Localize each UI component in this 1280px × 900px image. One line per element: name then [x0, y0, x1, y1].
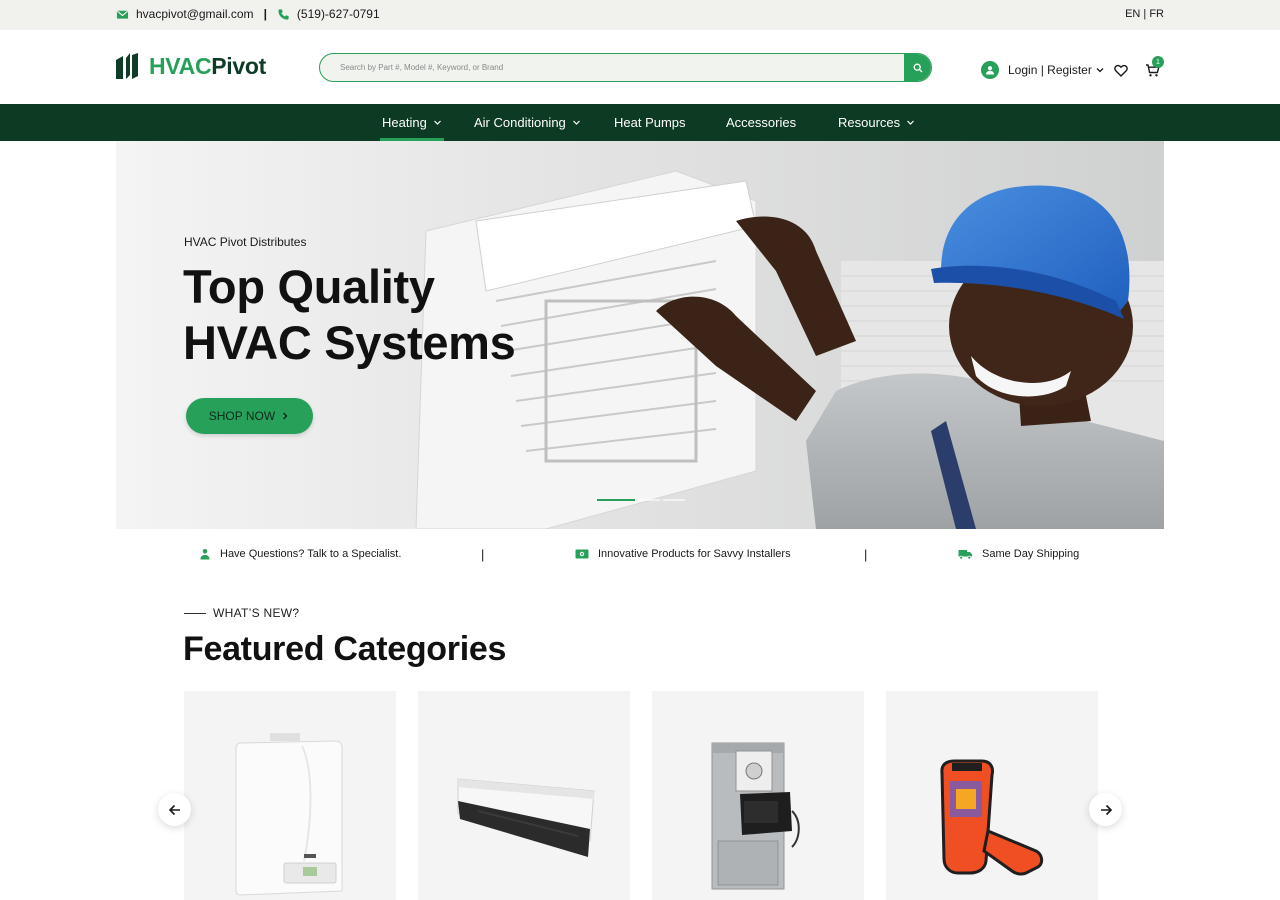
shop-now-button[interactable]: SHOP NOW [186, 398, 313, 434]
user-avatar-icon [981, 61, 999, 79]
logo-wordmark: HVACPivot [149, 53, 266, 80]
nav-label: Accessories [726, 115, 797, 130]
cash-icon [575, 549, 589, 559]
nav-item-heat-pumps[interactable]: Heat Pumps [614, 104, 686, 141]
nav-item-accessories[interactable]: Accessories [726, 104, 796, 141]
carousel-dot[interactable] [663, 499, 685, 501]
chevron-down-icon [1096, 68, 1104, 73]
thermal-imaging-tool-image [940, 759, 1044, 876]
chevron-down-icon [907, 120, 915, 125]
account-menu[interactable]: Login | Register [981, 61, 1104, 79]
nav-label: Heating [382, 115, 427, 130]
chevron-down-icon [572, 120, 580, 125]
carousel-dot[interactable] [638, 499, 660, 501]
category-card[interactable] [652, 691, 864, 900]
carousel-indicators [597, 499, 688, 501]
site-header: HVACPivot Login | Register 1 [0, 30, 1280, 104]
category-carousel [184, 691, 1098, 900]
nav-label: Air Conditioning [474, 115, 566, 130]
nav-label: Resources [838, 115, 901, 130]
search-input[interactable] [320, 54, 905, 81]
category-card[interactable] [184, 691, 396, 900]
wall-boiler-image [235, 733, 343, 896]
main-nav: Heating Air Conditioning Heat Pumps Acce… [0, 104, 1280, 141]
category-card[interactable] [886, 691, 1098, 900]
hero-banner: HVAC Pivot Distributes Top Quality HVAC … [116, 141, 1164, 529]
hero-headline: Top Quality HVAC Systems [183, 259, 603, 371]
feature-specialist: Have Questions? Talk to a Specialist. [199, 548, 401, 560]
feature-innovative: Innovative Products for Savvy Installers [575, 548, 791, 560]
section-eyebrow-text: WHAT’S NEW? [213, 606, 300, 620]
carousel-dot-active[interactable] [597, 499, 635, 501]
nav-item-resources[interactable]: Resources [838, 104, 915, 141]
feature-separator: | [864, 547, 868, 562]
truck-icon [958, 550, 972, 560]
furnace-unit-image [711, 742, 800, 890]
search-button[interactable] [904, 54, 931, 81]
nav-label: Heat Pumps [614, 115, 686, 130]
shop-now-label: SHOP NOW [208, 409, 276, 423]
site-logo[interactable]: HVACPivot [115, 52, 266, 80]
hero-headline-line1: Top Quality [183, 260, 435, 313]
category-card[interactable] [418, 691, 630, 900]
phone-icon [278, 8, 289, 20]
arrow-left-icon [168, 804, 180, 815]
feature-separator: | [481, 547, 485, 562]
search-bar [319, 53, 932, 82]
person-icon [200, 549, 210, 560]
chevron-right-icon [283, 412, 288, 420]
carousel-next-button[interactable] [1089, 793, 1122, 826]
phone-link[interactable]: (519)-627-0791 [297, 7, 380, 21]
feature-text: Have Questions? Talk to a Specialist. [220, 548, 402, 560]
cart-count-badge: 1 [1152, 56, 1164, 68]
section-title: Featured Categories [183, 630, 507, 668]
carousel-prev-button[interactable] [158, 793, 191, 826]
search-icon [913, 63, 922, 72]
login-register-link[interactable]: Login | Register [1008, 63, 1092, 77]
nav-item-air-conditioning[interactable]: Air Conditioning [474, 104, 581, 141]
contact-separator: | [263, 7, 267, 21]
features-strip: Have Questions? Talk to a Specialist. | … [0, 540, 1280, 574]
email-link[interactable]: hvacpivot@gmail.com [136, 7, 254, 21]
hero-headline-line2: HVAC Systems [183, 316, 516, 369]
logo-text-hvac: HVAC [149, 52, 212, 79]
envelope-icon [116, 10, 129, 19]
feature-text: Same Day Shipping [982, 548, 1080, 560]
arrow-right-icon [1100, 804, 1112, 815]
hero-eyebrow: HVAC Pivot Distributes [184, 235, 307, 249]
logo-text-pivot: Pivot [211, 52, 266, 79]
eyebrow-divider [184, 612, 206, 614]
language-switcher[interactable]: EN | FR [1125, 8, 1164, 20]
section-eyebrow: WHAT’S NEW? [184, 606, 299, 620]
contact-info: hvacpivot@gmail.com | (519)-627-0791 [116, 7, 380, 21]
feature-text: Innovative Products for Savvy Installers [598, 548, 791, 560]
feature-shipping: Same Day Shipping [958, 548, 1079, 560]
chevron-down-icon [433, 120, 441, 125]
wishlist-heart-icon[interactable] [1114, 64, 1128, 77]
top-bar: hvacpivot@gmail.com | (519)-627-0791 EN … [0, 0, 1280, 30]
logo-mark-icon [116, 53, 138, 79]
baseboard-heater-image [457, 778, 595, 857]
nav-item-heating[interactable]: Heating [380, 104, 444, 141]
